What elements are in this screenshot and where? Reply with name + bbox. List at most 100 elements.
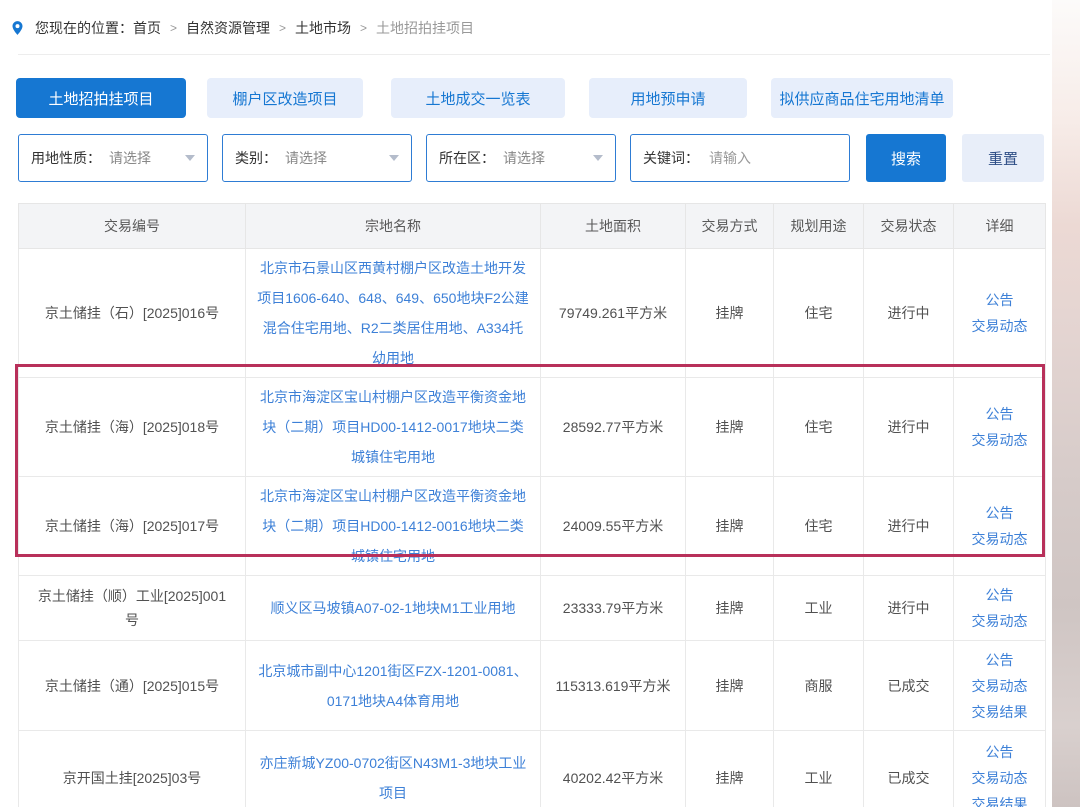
filter-label: 用地性质： — [31, 148, 101, 168]
header-parcel-name: 宗地名称 — [246, 204, 541, 249]
search-button[interactable]: 搜索 — [866, 134, 946, 182]
cell-transaction-status: 已成交 — [864, 731, 954, 807]
filter-district-select[interactable]: 所在区： 请选择 — [426, 134, 616, 182]
table-row: 京开国土挂[2025]03号 亦庄新城YZ00-0702街区N43M1-3地块工… — [19, 731, 1046, 807]
breadcrumb-item-land-market[interactable]: 土地市场 — [295, 18, 351, 38]
cell-transaction-code: 京土储挂（顺）工业[2025]001号 — [19, 576, 246, 641]
announcement-link[interactable]: 公告 — [964, 500, 1035, 526]
breadcrumb-item-current: 土地招拍挂项目 — [376, 18, 474, 38]
filter-bar: 用地性质： 请选择 类别： 请选择 所在区： 请选择 关键词： 搜索 重置 — [18, 134, 1044, 182]
breadcrumb-item-home[interactable]: 首页 — [133, 18, 161, 38]
chevron-down-icon — [593, 155, 603, 161]
cell-transaction-status: 进行中 — [864, 378, 954, 477]
cell-land-area: 24009.55平方米 — [541, 477, 686, 576]
announcement-link[interactable]: 公告 — [964, 582, 1035, 608]
breadcrumb-separator: > — [360, 21, 367, 35]
breadcrumb: 您现在的位置： 首页 > 自然资源管理 > 土地市场 > 土地招拍挂项目 — [10, 18, 474, 38]
chevron-down-icon — [389, 155, 399, 161]
cell-planned-usage: 商服 — [774, 641, 864, 731]
parcel-name-link[interactable]: 北京市海淀区宝山村棚户区改造平衡资金地块（二期）项目HD00-1412-0016… — [256, 481, 530, 571]
header-transaction-method: 交易方式 — [686, 204, 774, 249]
parcel-name-link[interactable]: 北京城市副中心1201街区FZX-1201-0081、0171地块A4体育用地 — [256, 656, 530, 716]
cell-transaction-code: 京土储挂（通）[2025]015号 — [19, 641, 246, 731]
cell-transaction-status: 进行中 — [864, 576, 954, 641]
table-row-highlighted: 京土储挂（海）[2025]017号 北京市海淀区宝山村棚户区改造平衡资金地块（二… — [19, 477, 1046, 576]
parcel-name-link[interactable]: 亦庄新城YZ00-0702街区N43M1-3地块工业项目 — [256, 748, 530, 807]
tab-bar: 土地招拍挂项目 棚户区改造项目 土地成交一览表 用地预申请 拟供应商品住宅用地清… — [16, 78, 953, 118]
header-land-area: 土地面积 — [541, 204, 686, 249]
cell-planned-usage: 住宅 — [774, 249, 864, 378]
header-planned-usage: 规划用途 — [774, 204, 864, 249]
cell-transaction-method: 挂牌 — [686, 641, 774, 731]
transaction-updates-link[interactable]: 交易动态 — [964, 608, 1035, 634]
table-row-highlighted: 京土储挂（海）[2025]018号 北京市海淀区宝山村棚户区改造平衡资金地块（二… — [19, 378, 1046, 477]
cell-planned-usage: 住宅 — [774, 378, 864, 477]
header-detail: 详细 — [954, 204, 1046, 249]
tab-land-listing-projects[interactable]: 土地招拍挂项目 — [16, 78, 186, 118]
tab-shantytown-renovation-projects[interactable]: 棚户区改造项目 — [207, 78, 363, 118]
announcement-link[interactable]: 公告 — [964, 401, 1035, 427]
cell-transaction-code: 京土储挂（海）[2025]018号 — [19, 378, 246, 477]
parcel-name-link[interactable]: 北京市石景山区西黄村棚户区改造土地开发项目1606-640、648、649、65… — [256, 253, 530, 373]
cell-transaction-code: 京土储挂（海）[2025]017号 — [19, 477, 246, 576]
announcement-link[interactable]: 公告 — [964, 287, 1035, 313]
cell-planned-usage: 工业 — [774, 731, 864, 807]
cell-planned-usage: 住宅 — [774, 477, 864, 576]
cell-land-area: 115313.619平方米 — [541, 641, 686, 731]
cell-transaction-code: 京土储挂（石）[2025]016号 — [19, 249, 246, 378]
cell-land-area: 79749.261平方米 — [541, 249, 686, 378]
transaction-updates-link[interactable]: 交易动态 — [964, 313, 1035, 339]
breadcrumb-prefix: 您现在的位置： — [35, 18, 133, 38]
transaction-result-link[interactable]: 交易结果 — [964, 791, 1035, 807]
land-listings-table: 交易编号 宗地名称 土地面积 交易方式 规划用途 交易状态 详细 京土储挂（石）… — [18, 203, 1046, 807]
parcel-name-link[interactable]: 顺义区马坡镇A07-02-1地块M1工业用地 — [256, 593, 530, 623]
table-row: 京土储挂（通）[2025]015号 北京城市副中心1201街区FZX-1201-… — [19, 641, 1046, 731]
transaction-updates-link[interactable]: 交易动态 — [964, 673, 1035, 699]
filter-keyword-field: 关键词： — [630, 134, 850, 182]
header-transaction-code: 交易编号 — [19, 204, 246, 249]
table-row: 京土储挂（顺）工业[2025]001号 顺义区马坡镇A07-02-1地块M1工业… — [19, 576, 1046, 641]
tab-planned-residential-land-supply[interactable]: 拟供应商品住宅用地清单 — [771, 78, 953, 118]
transaction-result-link[interactable]: 交易结果 — [964, 699, 1035, 725]
chevron-down-icon — [185, 155, 195, 161]
land-market-page: 您现在的位置： 首页 > 自然资源管理 > 土地市场 > 土地招拍挂项目 土地招… — [0, 0, 1080, 807]
filter-selected-value: 请选择 — [285, 148, 383, 168]
filter-land-nature-select[interactable]: 用地性质： 请选择 — [18, 134, 208, 182]
cell-transaction-code: 京开国土挂[2025]03号 — [19, 731, 246, 807]
transaction-updates-link[interactable]: 交易动态 — [964, 427, 1035, 453]
transaction-updates-link[interactable]: 交易动态 — [964, 765, 1035, 791]
table-header-row: 交易编号 宗地名称 土地面积 交易方式 规划用途 交易状态 详细 — [19, 204, 1046, 249]
breadcrumb-divider — [18, 54, 1050, 55]
breadcrumb-item-natural-resources[interactable]: 自然资源管理 — [186, 18, 270, 38]
cell-transaction-status: 进行中 — [864, 249, 954, 378]
cell-transaction-method: 挂牌 — [686, 477, 774, 576]
filter-label: 关键词： — [643, 148, 699, 168]
cell-transaction-method: 挂牌 — [686, 576, 774, 641]
breadcrumb-separator: > — [279, 21, 286, 35]
transaction-updates-link[interactable]: 交易动态 — [964, 526, 1035, 552]
cell-transaction-method: 挂牌 — [686, 731, 774, 807]
cell-land-area: 40202.42平方米 — [541, 731, 686, 807]
announcement-link[interactable]: 公告 — [964, 739, 1035, 765]
tab-land-transactions-list[interactable]: 土地成交一览表 — [391, 78, 565, 118]
header-transaction-status: 交易状态 — [864, 204, 954, 249]
cell-land-area: 23333.79平方米 — [541, 576, 686, 641]
filter-label: 类别： — [235, 148, 277, 168]
keyword-input[interactable] — [709, 150, 819, 166]
tab-land-pre-application[interactable]: 用地预申请 — [589, 78, 747, 118]
location-pin-icon — [10, 19, 25, 37]
table-row: 京土储挂（石）[2025]016号 北京市石景山区西黄村棚户区改造土地开发项目1… — [19, 249, 1046, 378]
cell-planned-usage: 工业 — [774, 576, 864, 641]
filter-category-select[interactable]: 类别： 请选择 — [222, 134, 412, 182]
cell-transaction-method: 挂牌 — [686, 378, 774, 477]
filter-selected-value: 请选择 — [503, 148, 587, 168]
cell-transaction-method: 挂牌 — [686, 249, 774, 378]
reset-button[interactable]: 重置 — [962, 134, 1044, 182]
cell-transaction-status: 已成交 — [864, 641, 954, 731]
parcel-name-link[interactable]: 北京市海淀区宝山村棚户区改造平衡资金地块（二期）项目HD00-1412-0017… — [256, 382, 530, 472]
cell-transaction-status: 进行中 — [864, 477, 954, 576]
announcement-link[interactable]: 公告 — [964, 647, 1035, 673]
background-strip — [1052, 0, 1080, 807]
filter-label: 所在区： — [439, 148, 495, 168]
cell-land-area: 28592.77平方米 — [541, 378, 686, 477]
